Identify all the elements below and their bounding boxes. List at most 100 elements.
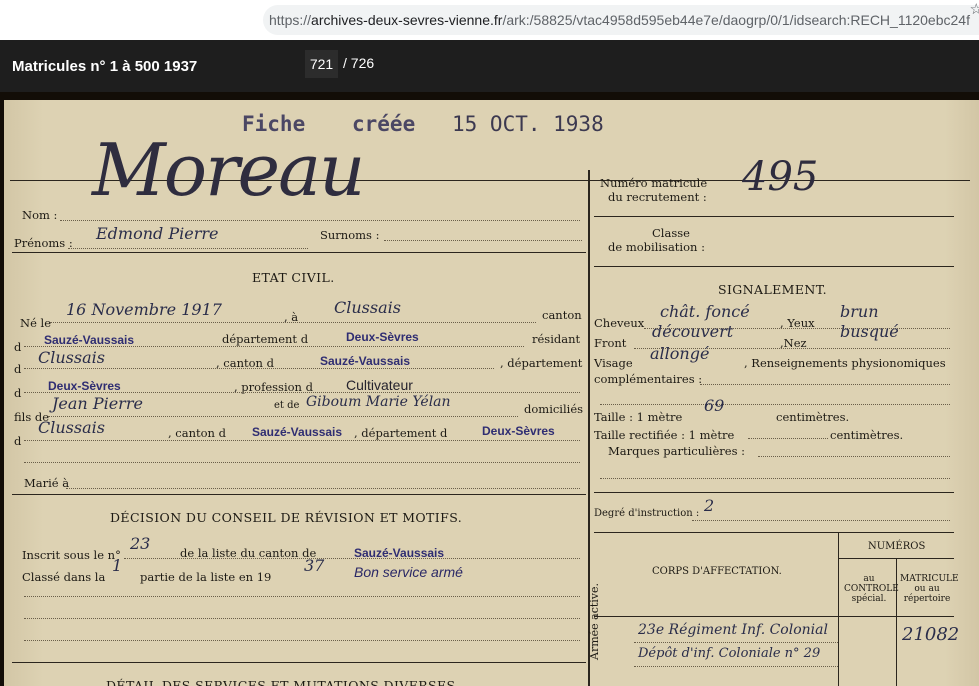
prenoms-label: Prénoms : — [14, 236, 73, 250]
rule-1 — [12, 252, 586, 253]
inscrit-line — [124, 558, 580, 559]
d-label-3: d — [14, 386, 22, 400]
birth-date-handwritten: 16 Novembre 1917 — [66, 300, 222, 319]
visage-handwritten: allongé — [650, 344, 710, 363]
corps-handwritten-1: 23e Régiment Inf. Colonial — [638, 622, 828, 638]
decision-line-2 — [24, 618, 580, 619]
canton-line — [24, 346, 524, 347]
mother-handwritten: Giboum Marie Yélan — [306, 394, 451, 410]
marques-line — [758, 456, 950, 457]
marie-label: Marié à — [24, 476, 70, 490]
parents-place-line — [24, 440, 580, 441]
right-rule-3 — [594, 492, 954, 493]
departement-d-label: , département d — [354, 426, 448, 440]
numeros-rule — [838, 558, 954, 559]
taille-label: Taille : 1 mètre — [594, 410, 683, 424]
url-path: /ark:/58825/vtac4958d595eb44e7e/daogrp/0… — [502, 12, 970, 28]
front-label: Front — [594, 336, 627, 350]
decision-line-3 — [24, 640, 580, 641]
yeux-handwritten: brun — [840, 302, 879, 321]
d-label-2: d — [14, 362, 22, 376]
parents-dept-stamp: Deux-Sèvres — [482, 424, 555, 438]
matricule-label-1: Numéro matricule — [600, 176, 708, 190]
nez-handwritten: busqué — [840, 322, 899, 341]
residence-line — [24, 368, 494, 369]
canton-label: canton — [542, 308, 582, 322]
blank-line-r2 — [600, 478, 950, 479]
marie-line — [66, 488, 580, 489]
complementaires-label: complémentaires : — [594, 372, 703, 386]
birth-line — [50, 322, 536, 323]
url-host: archives-deux-sevres-vienne.fr — [311, 12, 503, 28]
blank-line-r1 — [600, 404, 950, 405]
centimetres-label: centimètres. — [776, 410, 850, 424]
blank-line-1 — [24, 462, 580, 463]
prenoms-line — [68, 248, 308, 249]
d-label-1: d — [14, 340, 22, 354]
right-rule-1 — [594, 216, 954, 217]
birth-place-handwritten: Clussais — [334, 298, 401, 317]
surnoms-label: Surnoms : — [320, 228, 380, 242]
renseignements-label: , Renseignements physionomiques — [744, 356, 946, 370]
profession-stamp: Cultivateur — [346, 377, 413, 393]
url-field[interactable]: https://archives-deux-sevres-vienne.fr/a… — [263, 5, 979, 35]
etat-civil-heading: ETAT CIVIL. — [252, 270, 335, 285]
page-total: / 726 — [343, 55, 375, 71]
parents-place-handwritten: Clussais — [38, 418, 105, 437]
residence-handwritten: Clussais — [38, 348, 105, 367]
rule-3 — [12, 662, 586, 663]
domicilies-label: domiciliés — [524, 402, 584, 416]
cheveux-handwritten: chât. foncé — [660, 302, 750, 321]
centimetres-label-2: centimètres. — [830, 428, 904, 442]
dept-birth-stamp: Deux-Sèvres — [346, 330, 419, 344]
right-rule-5 — [594, 616, 954, 617]
decision-heading: DÉCISION DU CONSEIL DE RÉVISION ET MOTIF… — [110, 510, 463, 525]
d-label-4: d — [14, 434, 22, 448]
degre-label: Degré d'instruction : — [594, 508, 700, 519]
prenoms-handwritten: Edmond Pierre — [96, 224, 219, 243]
right-rule-4 — [594, 532, 954, 533]
decision-stamp: Bon service armé — [354, 564, 463, 580]
canton-res-stamp: Sauzé-Vaussais — [320, 354, 411, 368]
canton-birth-stamp: Sauzé-Vaussais — [44, 333, 135, 347]
partie-handwritten: 1 — [112, 556, 123, 575]
numeros-divider-2 — [896, 558, 897, 686]
profession-line — [24, 392, 580, 393]
viewer-toolbar: Matricules n° 1 à 500 1937 721 / 726 — [0, 40, 979, 92]
rule-2 — [12, 494, 586, 495]
partie-label: partie de la liste en 19 — [140, 570, 272, 584]
corps-line-1 — [634, 642, 838, 643]
fiche-date-stamp: 15 OCT. 1938 — [452, 112, 604, 136]
numeros-divider — [838, 532, 839, 686]
taille-handwritten: 69 — [704, 396, 725, 415]
page-number-input[interactable]: 721 — [305, 50, 338, 78]
classe-mob-label-2: de mobilisation : — [608, 240, 705, 254]
document-viewport[interactable]: Fiche créée 15 OCT. 1938 Moreau Nom : Pr… — [0, 92, 979, 686]
departement-end-label: , département — [500, 356, 583, 370]
parents-line — [48, 416, 518, 417]
classe-mob-label-1: Classe — [652, 226, 690, 240]
cheveux-label: Cheveux — [594, 316, 645, 330]
marques-label: Marques particulières : — [608, 444, 746, 458]
taille-rect-line — [748, 438, 828, 439]
canton-d-label-2: , canton d — [168, 426, 226, 440]
dept-res-stamp: Deux-Sèvres — [48, 379, 121, 393]
url-prefix: https:// — [269, 12, 312, 28]
armee-active-label: Armée active. — [588, 582, 601, 660]
corps-handwritten-2: Dépôt d'inf. Coloniale n° 29 — [638, 646, 821, 661]
matricule-label-2: du recrutement : — [608, 190, 707, 204]
departement-label: département d — [222, 332, 309, 346]
father-handwritten: Jean Pierre — [52, 394, 143, 413]
surnoms-line — [384, 240, 582, 241]
au-controle-label: au CONTROLE spécial. — [844, 574, 899, 604]
degre-handwritten: 2 — [704, 496, 715, 515]
inscrit-label: Inscrit sous le n° — [22, 548, 121, 562]
bookmark-star-icon[interactable]: ☆ — [970, 0, 979, 18]
visage-label: Visage — [594, 356, 633, 370]
decision-line-1 — [24, 596, 580, 597]
browser-address-bar: https://archives-deux-sevres-vienne.fr/a… — [0, 0, 979, 41]
front-handwritten: découvert — [652, 322, 734, 341]
et-label: et de — [274, 400, 300, 411]
parents-canton-stamp: Sauzé-Vaussais — [252, 425, 343, 439]
resident-label: résidant — [532, 332, 581, 346]
